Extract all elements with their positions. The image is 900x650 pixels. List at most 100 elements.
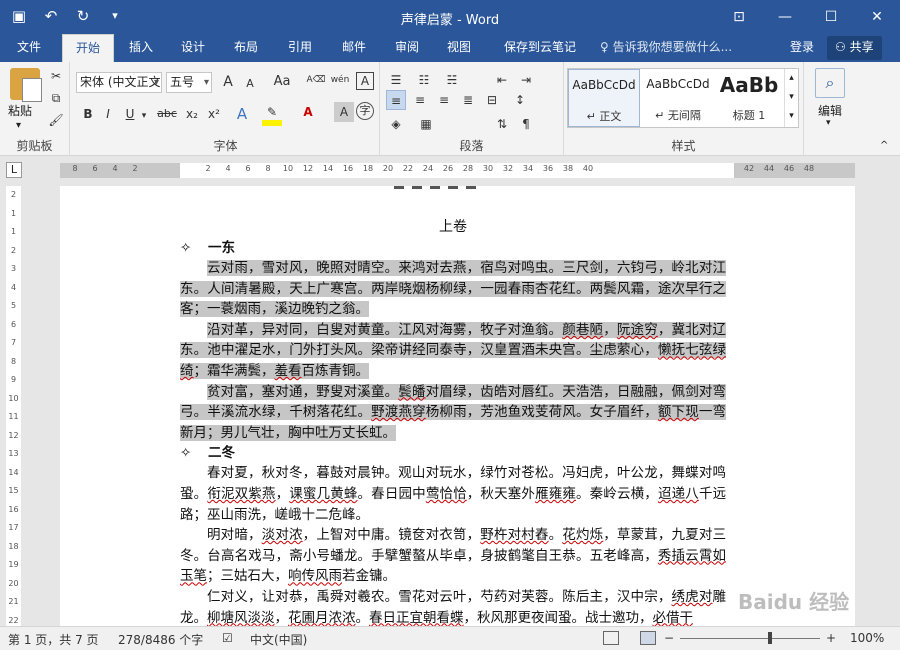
shading-icon[interactable]: ◈	[386, 114, 406, 134]
borders-icon[interactable]: ▦	[416, 114, 436, 134]
editing-dropdown-icon[interactable]: ▾	[826, 118, 831, 128]
change-case-icon[interactable]: Aa	[268, 72, 296, 92]
ruler-tick: 9	[10, 375, 17, 384]
tab-file[interactable]: 文件	[6, 34, 52, 62]
text-effects-icon[interactable]: A	[232, 104, 252, 124]
lightbulb-icon: ♀	[600, 40, 613, 54]
document-body[interactable]: 上卷 ✧ 一东 云对雨，雪对风，晚照对晴空。来鸿对去燕，宿鸟对鸣虫。三尺剑，六钧弓，…	[180, 216, 726, 626]
font-label: 字体	[213, 139, 238, 153]
paste-button[interactable]: 粘贴	[8, 102, 32, 119]
font-size-select[interactable]: 五号	[166, 72, 212, 93]
underline-dropdown-icon[interactable]: ▾	[134, 106, 154, 126]
zoom-in-icon[interactable]: +	[826, 631, 836, 645]
numbering-icon[interactable]: ☷	[414, 70, 434, 90]
zoom-slider[interactable]	[680, 638, 820, 639]
word-count[interactable]: 278/8486 个字	[118, 631, 203, 648]
search-icon[interactable]: ⌕	[815, 68, 845, 98]
ribbon-display-icon[interactable]: ⊡	[716, 0, 762, 34]
paste-dropdown-icon[interactable]: ▾	[16, 120, 21, 131]
clear-format-icon[interactable]: A⌫	[306, 70, 326, 90]
ruler-tick: 30	[482, 164, 494, 173]
copy-icon[interactable]: ⧉	[46, 88, 66, 108]
decrease-indent-icon[interactable]: ⇤	[492, 70, 512, 90]
phonetic-guide-icon[interactable]: wén	[330, 70, 350, 90]
ruler-tick: 4	[225, 164, 231, 173]
multilevel-list-icon[interactable]: ☵	[442, 70, 462, 90]
style-heading1[interactable]: AaBb 标题 1	[716, 69, 782, 127]
superscript-button[interactable]: x²	[204, 104, 224, 124]
tab-save-cloud[interactable]: 保存到云笔记	[492, 34, 588, 62]
ruler-tick: 1	[10, 208, 17, 218]
tab-view[interactable]: 视图	[434, 34, 484, 62]
enclose-char-icon[interactable]: 字	[356, 102, 374, 120]
print-layout-icon[interactable]	[640, 631, 656, 645]
ruler-tick: 14	[322, 164, 334, 173]
ruler-tick: 46	[783, 164, 795, 173]
subscript-button[interactable]: x₂	[182, 104, 202, 124]
tab-selector[interactable]: L	[6, 162, 22, 178]
zoom-slider-thumb[interactable]	[768, 632, 772, 644]
page-count[interactable]: 第 1 页，共 7 页	[8, 631, 99, 648]
clipboard-label: 剪贴板	[16, 139, 53, 153]
ruler-tick: 22	[8, 615, 19, 625]
ruler-tick: 13	[8, 449, 19, 458]
tab-references[interactable]: 引用	[274, 34, 326, 62]
font-name-select[interactable]: 宋体 (中文正文	[76, 72, 162, 93]
share-button[interactable]: ⚇ 共享	[827, 36, 882, 60]
ruler-tick: 10	[282, 164, 294, 173]
ruler-tick: 19	[8, 560, 19, 569]
bold-button[interactable]: B	[78, 104, 98, 124]
char-border-icon[interactable]: A	[356, 72, 374, 90]
tab-layout[interactable]: 布局	[220, 34, 272, 62]
verse-paragraph: 春对夏，秋对冬，暮鼓对晨钟。观山对玩水，绿竹对苍松。冯妇虎，叶公龙，舞蝶对鸣蛩。…	[180, 463, 726, 525]
vertical-ruler[interactable]: 2 1 1 2 3 4 5 6 7 8 9 10 11 12 13 14 15 16 17 18 19 20 21 22	[6, 186, 21, 626]
justify-icon[interactable]: ≣	[458, 90, 478, 110]
login-link[interactable]: 登录	[790, 34, 814, 60]
horizontal-ruler[interactable]: 8 6 4 2 2 4 6 8 10 12 14 16 18 20 22 24 26 28 30 32 34 36 38 40…	[60, 163, 855, 178]
ruler-row: L 8 6 4 2 2 4 6 8 10 12 14 16 18 20 22 24 26 28 30 32 34 36 38…	[0, 157, 900, 183]
paste-icon[interactable]	[10, 68, 42, 102]
italic-button[interactable]: I	[98, 104, 118, 124]
read-mode-icon[interactable]	[603, 631, 619, 645]
align-right-icon[interactable]: ≡	[434, 90, 454, 110]
tab-home[interactable]: 开始	[62, 34, 114, 62]
close-icon[interactable]: ✕	[854, 0, 900, 34]
bullets-icon[interactable]: ☰	[386, 70, 406, 90]
document-page[interactable]: 上卷 ✧ 一东 云对雨，雪对风，晚照对晴空。来鸿对去燕，宿鸟对鸣虫。三尺剑，六钧弓，…	[60, 186, 855, 626]
shrink-font-icon[interactable]: A	[240, 74, 260, 94]
align-left-icon[interactable]: ≡	[386, 90, 406, 110]
show-marks-icon[interactable]: ¶	[516, 114, 536, 134]
strikethrough-button[interactable]: abc	[154, 104, 180, 124]
format-painter-icon[interactable]: 🖌	[46, 110, 66, 130]
minimize-icon[interactable]: —	[762, 0, 808, 34]
tell-me-box[interactable]: ♀ 告诉我你想要做什么...	[600, 34, 732, 60]
language-status[interactable]: 中文(中国)	[250, 631, 307, 648]
ruler-tick: 4	[10, 282, 17, 292]
zoom-level[interactable]: 100%	[850, 631, 884, 645]
text-line: 贫对富，塞对通，野叟对溪童。鬓皤对眉绿，齿皓对唇红。天浩浩，日融融，佩剑对	[207, 383, 713, 400]
zoom-out-icon[interactable]: −	[664, 631, 674, 645]
style-normal[interactable]: AaBbCcDd ↵ 正文	[568, 69, 640, 127]
align-center-icon[interactable]: ≡	[410, 90, 430, 110]
proofing-icon[interactable]: ☑	[222, 631, 233, 645]
sort-icon[interactable]: ⇅	[492, 114, 512, 134]
increase-indent-icon[interactable]: ⇥	[516, 70, 536, 90]
distributed-icon[interactable]: ⊟	[482, 90, 502, 110]
tab-mailings[interactable]: 邮件	[328, 34, 380, 62]
cut-icon[interactable]: ✂	[46, 66, 66, 86]
style-no-spacing[interactable]: AaBbCcDd ↵ 无间隔	[642, 69, 714, 127]
maximize-icon[interactable]: ☐	[808, 0, 854, 34]
collapse-ribbon-icon[interactable]: ^	[880, 140, 888, 151]
char-shading-icon[interactable]: A	[334, 102, 354, 122]
style-name: 标题 1	[732, 109, 766, 122]
tab-review[interactable]: 审阅	[382, 34, 432, 62]
editing-button[interactable]: 编辑	[806, 102, 854, 119]
font-color-icon[interactable]: A	[298, 102, 318, 122]
tab-design[interactable]: 设计	[168, 34, 218, 62]
tab-insert[interactable]: 插入	[116, 34, 166, 62]
styles-scroll[interactable]: ▴ ▾ ▾	[784, 69, 798, 127]
highlight-icon[interactable]: ✎	[262, 102, 282, 122]
line-spacing-icon[interactable]: ↕	[510, 90, 530, 110]
ruler-tick: 10	[8, 393, 19, 403]
grow-font-icon[interactable]: A	[218, 72, 238, 92]
